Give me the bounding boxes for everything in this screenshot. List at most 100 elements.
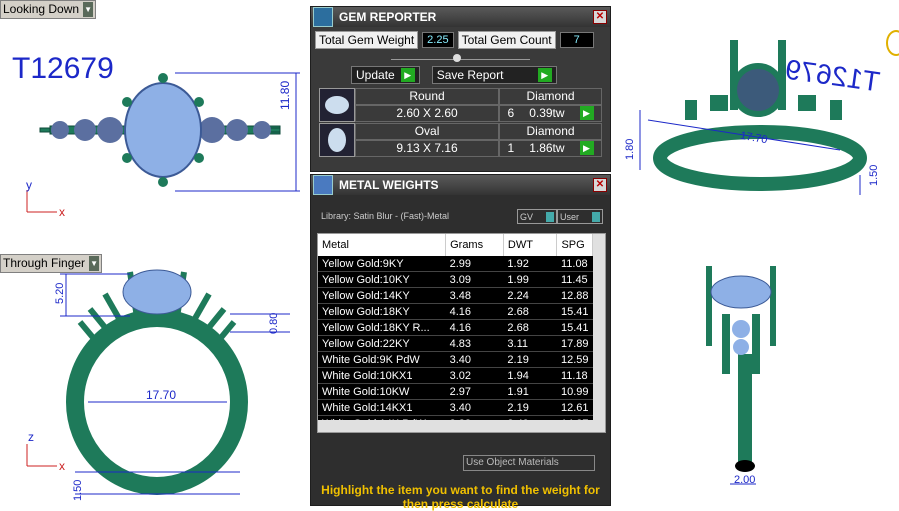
update-button-label: Update <box>356 68 395 82</box>
gem-row[interactable]: Round 2.60 X 2.60 Diamond 6 0.39tw ▶ <box>319 88 602 122</box>
table-cell: 4.83 <box>445 335 504 352</box>
viewport-bottom-right[interactable]: 2.00 <box>610 254 899 504</box>
table-row[interactable]: Yellow Gold:18KY 4.16 2.68 15.41 <box>318 303 593 320</box>
ring-side-view <box>706 266 776 485</box>
viewport-top-right[interactable]: T12679 17.70 1.80 1.50 <box>610 0 899 250</box>
user-label: User <box>560 211 580 222</box>
column-header[interactable]: Grams <box>445 234 504 256</box>
viewport-top-left[interactable]: Looking Down ▼ T12679 11.80 y x <box>0 0 308 250</box>
update-button[interactable]: Update ▶ <box>351 66 420 84</box>
dimension-side: 0.80 <box>268 312 280 334</box>
vertical-scrollbar[interactable] <box>593 234 605 432</box>
table-cell: 1.94 <box>503 367 557 384</box>
table-cell: White Gold:14KX1 <box>318 399 446 416</box>
table-cell: 4.16 <box>445 303 504 320</box>
table-row[interactable]: White Gold:9K PdW 3.40 2.19 12.59 <box>318 351 593 368</box>
dimension-band: 1.50 <box>868 164 880 186</box>
table-row[interactable]: White Gold:14KX1 3.40 2.19 12.61 <box>318 399 593 416</box>
play-icon[interactable]: ▶ <box>579 106 594 120</box>
save-report-label: Save Report <box>436 68 504 82</box>
table-cell: 1.91 <box>503 383 557 400</box>
slider-handle[interactable] <box>453 54 461 62</box>
gem-row[interactable]: Oval 9.13 X 7.16 Diamond 1 1.86tw ▶ <box>319 123 602 157</box>
total-gem-count-value: 7 <box>559 32 594 48</box>
slider[interactable] <box>391 53 530 62</box>
table-cell: Yellow Gold:9KY <box>318 256 446 272</box>
chevron-down-icon[interactable]: ▼ <box>89 256 100 271</box>
total-gem-weight-label: Total Gem Weight <box>315 31 419 49</box>
table-cell: Yellow Gold:10KY <box>318 271 446 288</box>
table-row[interactable]: Yellow Gold:14KY 3.48 2.24 12.88 <box>318 287 593 304</box>
gear-icon <box>886 30 899 56</box>
gv-toggle[interactable]: GV <box>517 209 557 224</box>
table-cell: 1.99 <box>503 271 557 288</box>
metal-icon <box>313 175 333 195</box>
dimension-bottom: 1.50 <box>72 479 84 501</box>
dimension-side: 1.80 <box>624 138 636 160</box>
toggle-icon <box>592 211 600 222</box>
close-icon[interactable]: ✕ <box>593 178 607 192</box>
table-cell: White Gold:10KX1 <box>318 367 446 384</box>
table-cell: 11.45 <box>556 271 593 288</box>
part-number: T12679 <box>12 52 114 85</box>
gem-count: 6 <box>507 106 515 120</box>
save-report-button[interactable]: Save Report ▶ <box>431 66 557 84</box>
table-row[interactable]: Yellow Gold:10KY 3.09 1.99 11.45 <box>318 271 593 288</box>
table-row[interactable]: Yellow Gold:22KY 4.83 3.11 17.89 <box>318 335 593 352</box>
table-cell: 11.18 <box>556 367 593 384</box>
table-cell: 3.48 <box>445 287 504 304</box>
table-cell: 2.19 <box>503 399 557 416</box>
table-cell: 10.99 <box>556 383 593 400</box>
gem-weight: 1.86tw <box>529 141 565 155</box>
oval-gem-icon <box>319 123 355 157</box>
gem-weight: 0.39tw <box>529 106 565 120</box>
viewport-label-looking-down[interactable]: Looking Down ▼ <box>0 0 97 19</box>
gem-shape: Round <box>355 88 500 105</box>
table-cell: Yellow Gold:18KY R... <box>318 319 446 336</box>
table-cell: 12.59 <box>556 351 593 368</box>
user-toggle[interactable]: User <box>557 209 603 224</box>
gem-reporter-header[interactable]: GEM REPORTER ✕ <box>311 7 610 27</box>
close-icon[interactable]: ✕ <box>593 10 607 24</box>
table-cell: 3.02 <box>445 367 504 384</box>
table-row[interactable]: Yellow Gold:9KY 2.99 1.92 11.08 <box>318 256 593 272</box>
table-cell: 2.24 <box>503 287 557 304</box>
total-gem-weight-value: 2.25 <box>422 32 454 48</box>
column-header[interactable]: DWT <box>503 234 558 256</box>
gem-material: Diamond <box>499 88 602 105</box>
gem-reporter-panel: GEM REPORTER ✕ Total Gem Weight 2.25 Tot… <box>310 6 611 172</box>
gem-material: Diamond <box>499 123 602 140</box>
viewport-bottom-left[interactable]: Through Finger ▼ 5.20 0.80 17.70 1.50 z … <box>0 254 308 504</box>
table-cell: 15.41 <box>556 319 593 336</box>
axis-x-label: x <box>59 205 65 219</box>
table-cell: 2.19 <box>503 351 557 368</box>
table-cell: 12.61 <box>556 399 593 416</box>
column-header[interactable]: SPG <box>556 234 593 256</box>
viewport-label-through-finger[interactable]: Through Finger ▼ <box>0 254 103 273</box>
round-gem-icon <box>319 88 355 122</box>
table-header-row: Metal Grams DWT SPG <box>318 234 593 256</box>
library-label: Library: Satin Blur - (Fast)-Metal <box>321 211 450 221</box>
axis-y-label: y <box>26 178 32 192</box>
play-icon[interactable]: ▶ <box>579 141 594 155</box>
table-row[interactable]: Yellow Gold:18KY R... 4.16 2.68 15.41 <box>318 319 593 336</box>
ring-perspective-view <box>639 40 867 195</box>
table-cell: 17.89 <box>556 335 593 352</box>
table-cell: 2.68 <box>503 303 557 320</box>
metal-table[interactable]: Metal Grams DWT SPG Yellow Gold:9KY 2.99 1… <box>317 233 606 433</box>
use-object-materials-checkbox[interactable]: Use Object Materials <box>463 455 595 471</box>
table-cell: 3.09 <box>445 271 504 288</box>
gem-shape: Oval <box>355 123 500 140</box>
table-row[interactable]: White Gold:10KW 2.97 1.91 10.99 <box>318 383 593 400</box>
ring-through-finger-view <box>26 269 290 495</box>
horizontal-scrollbar[interactable] <box>318 420 593 432</box>
table-cell: White Gold:9K PdW <box>318 351 446 368</box>
table-cell: 4.16 <box>445 319 504 336</box>
metal-weights-header[interactable]: METAL WEIGHTS ✕ <box>311 175 610 195</box>
play-icon: ▶ <box>400 68 415 82</box>
viewport-label-text: Through Finger <box>3 256 86 270</box>
column-header[interactable]: Metal <box>318 234 447 256</box>
table-row[interactable]: White Gold:10KX1 3.02 1.94 11.18 <box>318 367 593 384</box>
chevron-down-icon[interactable]: ▼ <box>83 2 94 17</box>
play-icon: ▶ <box>537 68 552 82</box>
